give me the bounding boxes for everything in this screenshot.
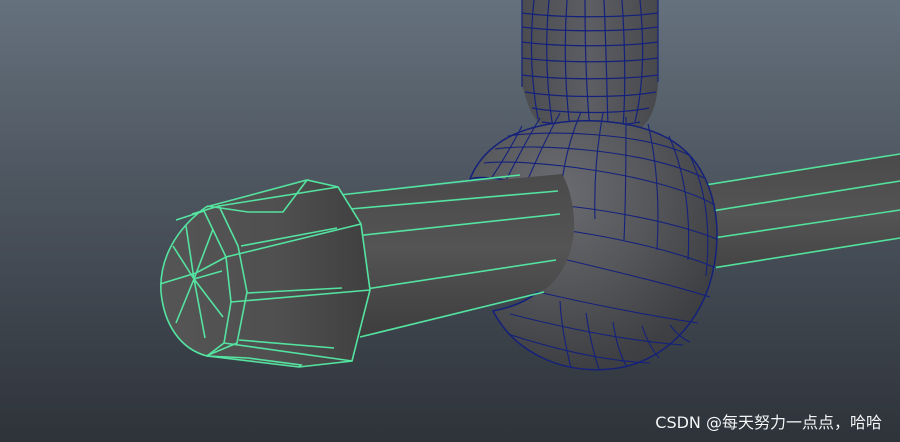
- watermark-text: CSDN @每天努力一点点，哈哈: [655, 413, 882, 432]
- ball-joint-post[interactable]: [521, 0, 659, 131]
- 3d-viewport[interactable]: CSDN @每天努力一点点，哈哈: [0, 0, 900, 442]
- selected-rod-cap[interactable]: [159, 179, 371, 368]
- viewport-scene[interactable]: [0, 0, 900, 442]
